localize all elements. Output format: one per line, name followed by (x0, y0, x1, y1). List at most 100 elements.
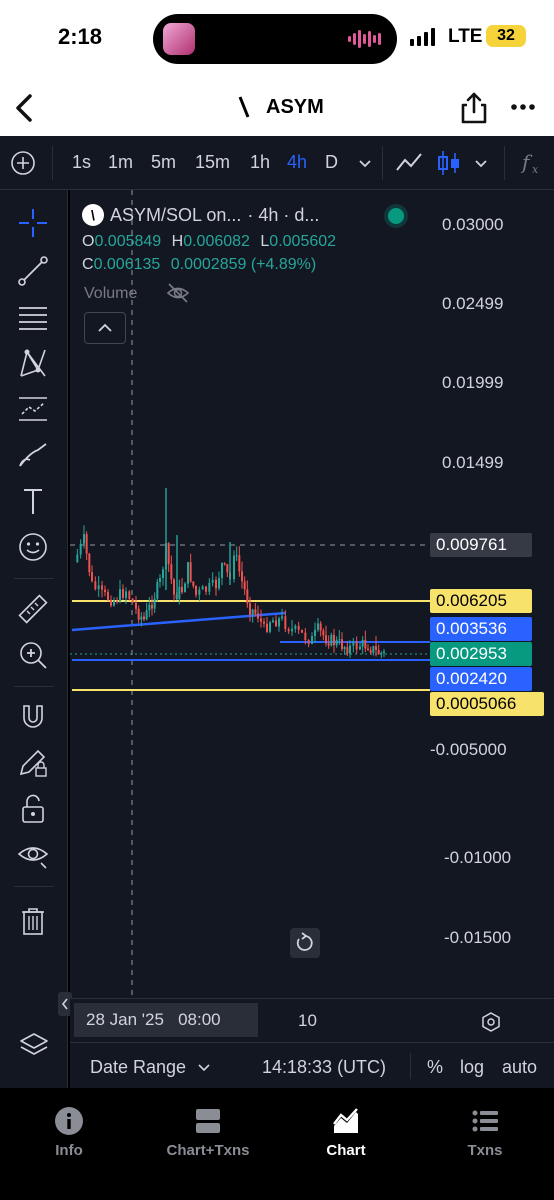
text-tool-icon[interactable] (16, 484, 50, 518)
utc-clock[interactable]: 14:18:33 (UTC) (262, 1057, 386, 1078)
candle-body (211, 579, 214, 583)
timeframe-5m[interactable]: 5m (151, 152, 176, 173)
trend-line-icon[interactable] (16, 254, 50, 288)
symbol-pair[interactable]: ASYM/SOL on... (110, 205, 241, 226)
candle-body (369, 650, 372, 653)
chart-settings-icon[interactable] (480, 1011, 502, 1033)
timeframe-1s[interactable]: 1s (72, 152, 91, 173)
magnet-icon[interactable] (16, 700, 50, 734)
candle-body (159, 578, 161, 583)
date-range-button[interactable]: Date Range (90, 1057, 211, 1078)
candle-body (364, 639, 367, 649)
candle-body (215, 579, 217, 589)
collapse-legend-button[interactable] (84, 312, 126, 344)
info-icon (55, 1107, 83, 1135)
now-playing-artwork (163, 23, 195, 55)
pattern-icon[interactable] (16, 346, 50, 380)
candle-body (85, 534, 88, 554)
candle-body (294, 625, 297, 629)
timeframe-1m[interactable]: 1m (108, 152, 133, 173)
candle-body (272, 620, 274, 623)
log-scale-toggle[interactable]: log (460, 1057, 484, 1078)
tab-txns[interactable]: Txns (420, 1106, 550, 1159)
candle-body (297, 625, 300, 630)
chart-pane[interactable]: \ ASYM/SOL on... · 4h · d... O0.005849 H… (70, 190, 554, 998)
candle-body (131, 598, 134, 603)
change-value: 0.0002859 (+4.89%) (170, 256, 317, 273)
timeframe-chevron-down-icon[interactable] (350, 148, 380, 178)
candle-body (201, 586, 204, 590)
candle-body (170, 564, 173, 580)
candle-body (317, 623, 319, 630)
back-icon[interactable] (8, 90, 44, 126)
candle-body (246, 589, 249, 604)
date-range-label: Date Range (90, 1057, 187, 1077)
candle-body (151, 604, 153, 609)
candle-body (198, 589, 201, 595)
ruler-icon[interactable] (16, 592, 50, 626)
pair-logo-icon: \ (82, 204, 104, 226)
symbol-interval: · 4h · d... (247, 204, 320, 225)
candle-body (104, 589, 106, 592)
candle-body (307, 640, 310, 644)
unlock-icon[interactable] (16, 792, 50, 826)
emoji-icon[interactable] (16, 530, 50, 564)
price-axis-label: 0.03000 (442, 215, 504, 234)
dynamic-island[interactable] (153, 14, 397, 64)
timeframe-d[interactable]: D (325, 152, 338, 173)
candle-body (223, 563, 226, 565)
candle-body (218, 578, 220, 589)
high-value: 0.006082 (183, 233, 250, 250)
forecasting-icon[interactable] (16, 392, 50, 426)
token-logo-icon (229, 92, 259, 122)
candle-body (254, 609, 257, 614)
price-axis-label: 0.02499 (442, 294, 504, 313)
candle-body (173, 579, 175, 595)
layers-icon[interactable] (18, 1030, 50, 1062)
candle-body (330, 634, 333, 646)
crosshair-price-tag: 0.009761 (430, 533, 532, 557)
fib-retracement-icon[interactable] (16, 300, 50, 334)
brush-icon[interactable] (16, 438, 50, 472)
timeframe-4h[interactable]: 4h (287, 152, 307, 173)
trash-icon[interactable] (16, 904, 50, 938)
candle-body (367, 648, 369, 651)
candle-body (361, 639, 364, 647)
candle-body (76, 554, 79, 562)
tab-chart[interactable]: Chart (281, 1106, 411, 1159)
candle-body (304, 632, 307, 641)
tab-info[interactable]: Info (4, 1106, 134, 1159)
candle-body (377, 649, 380, 655)
share-icon[interactable] (458, 90, 490, 126)
candle-body (137, 608, 140, 620)
candle-body (153, 598, 156, 609)
add-symbol-icon[interactable] (10, 150, 36, 176)
more-icon[interactable] (508, 92, 538, 122)
auto-scale-toggle[interactable]: auto (502, 1057, 537, 1078)
blue-line-price-tag: 0.002420 (430, 667, 532, 691)
line-chart-type-icon[interactable] (394, 148, 424, 178)
volume-label[interactable]: Volume (84, 285, 137, 303)
candle-body (380, 652, 383, 655)
eye-off-icon[interactable] (166, 282, 190, 304)
time-axis[interactable]: 28 Jan '25 08:00 10 (70, 998, 554, 1042)
visibility-eye-icon[interactable] (16, 838, 50, 872)
reset-chart-button[interactable] (290, 928, 320, 958)
candle-body (352, 641, 355, 646)
candle-body (278, 618, 280, 627)
tab-chart-txns[interactable]: Chart+Txns (143, 1106, 273, 1159)
candles-chart-type-icon[interactable] (434, 148, 464, 178)
percent-scale-toggle[interactable]: % (427, 1057, 443, 1078)
timeframe-15m[interactable]: 15m (195, 152, 230, 173)
candle-body (327, 643, 330, 646)
lock-drawing-pencil-icon[interactable] (16, 746, 50, 780)
timeframe-1h[interactable]: 1h (250, 152, 270, 173)
zoom-in-icon[interactable] (16, 638, 50, 672)
indicators-fx-icon[interactable]: f x (516, 148, 546, 178)
chart-legend[interactable]: \ ASYM/SOL on... · 4h · d... (82, 204, 319, 226)
candle-body (251, 609, 254, 615)
page-title: ASYM (266, 96, 324, 118)
crosshair-icon[interactable] (16, 206, 50, 240)
chart-type-chevron-down-icon[interactable] (466, 148, 496, 178)
yellow-line-price-tag: 0.006205 (430, 589, 532, 613)
